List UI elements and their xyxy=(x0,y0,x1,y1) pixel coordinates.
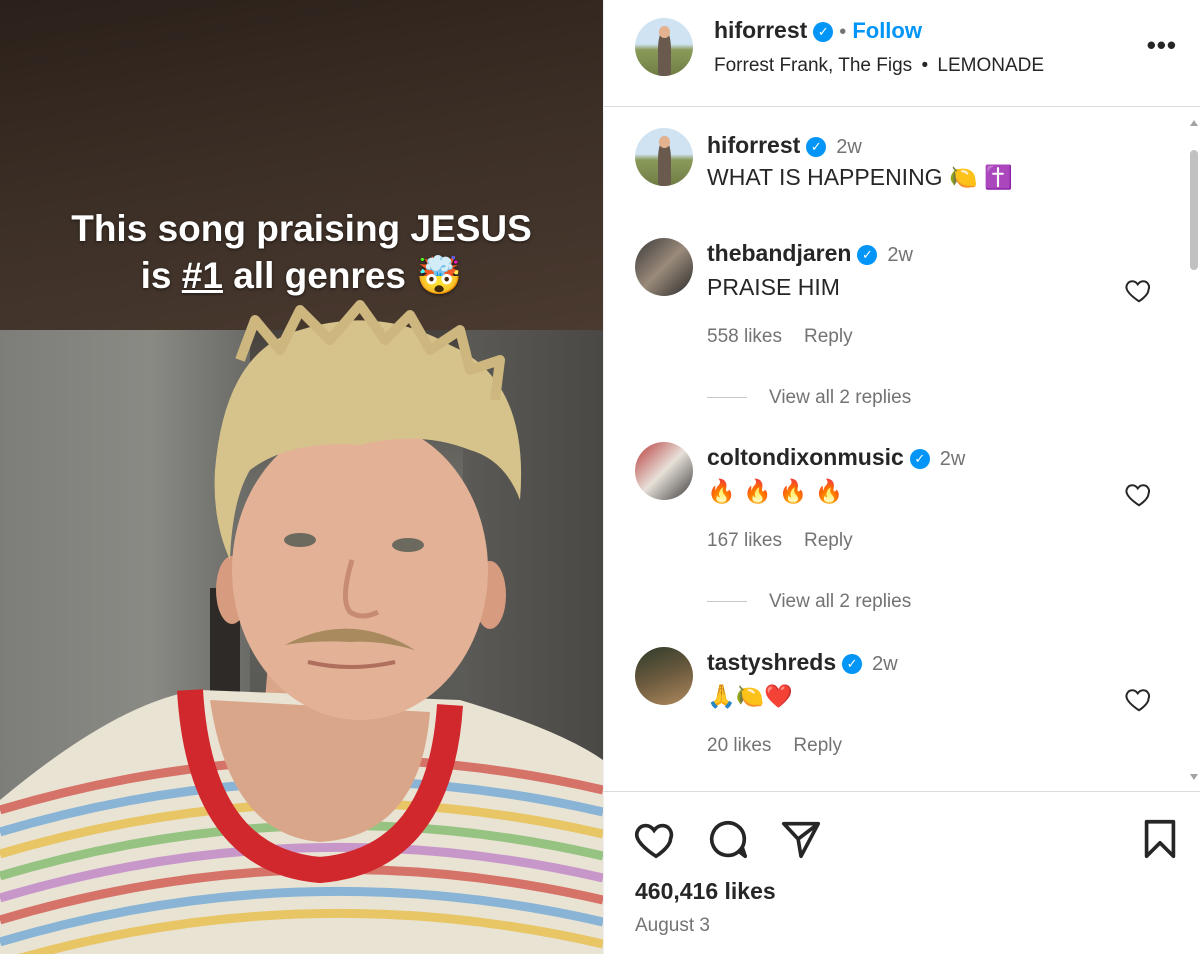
comment-username[interactable]: thebandjaren xyxy=(707,240,851,266)
comment-like-heart-icon[interactable] xyxy=(1124,684,1154,714)
caption-avatar[interactable] xyxy=(635,128,693,186)
caption-number-one: #1 xyxy=(181,255,223,296)
view-replies-button[interactable]: View all 2 replies xyxy=(707,591,911,613)
audio-artists: Forrest Frank, The Figs xyxy=(714,55,913,76)
comment-time[interactable]: 2w xyxy=(940,448,966,470)
caption-line-1: This song praising JESUS xyxy=(71,208,532,249)
replies-divider xyxy=(707,397,747,399)
header-separator: • xyxy=(839,21,847,43)
view-replies-label: View all 2 replies xyxy=(769,591,912,612)
mind-blown-emoji: 🤯 xyxy=(416,254,463,297)
view-replies-label: View all 2 replies xyxy=(769,387,912,408)
comment-likes[interactable]: 558 likes xyxy=(707,326,782,347)
replies-divider xyxy=(707,601,747,603)
comment-text: PRAISE HIM xyxy=(707,274,840,300)
follow-button[interactable]: Follow xyxy=(852,18,922,43)
avatar-head xyxy=(659,26,670,38)
comment-like-heart-icon[interactable] xyxy=(1124,275,1154,305)
avatar-head xyxy=(659,136,670,148)
view-replies-button[interactable]: View all 2 replies xyxy=(707,387,911,409)
comment-header: hiforrest ✓ 2w xyxy=(707,132,862,159)
comment-header: tastyshreds ✓ 2w xyxy=(707,649,898,676)
comment-time[interactable]: 2w xyxy=(836,136,862,158)
comment-likes[interactable]: 167 likes xyxy=(707,530,782,551)
reply-button[interactable]: Reply xyxy=(804,530,853,551)
bookmark-icon[interactable] xyxy=(1137,816,1183,862)
person-figure xyxy=(0,300,603,954)
share-icon[interactable] xyxy=(778,816,824,862)
header-username-row: hiforrest ✓ • Follow xyxy=(714,17,922,44)
comment-username[interactable]: hiforrest xyxy=(707,132,800,158)
caption-line-2-suffix: all genres xyxy=(222,255,406,296)
comment-text: WHAT IS HAPPENING 🍋 ✝️ xyxy=(707,164,1013,190)
scrollbar-thumb[interactable] xyxy=(1190,150,1198,270)
comment-icon[interactable] xyxy=(705,816,751,862)
post-actions-footer: 460,416 likes August 3 xyxy=(604,791,1200,954)
verified-badge-icon: ✓ xyxy=(909,449,930,469)
scroll-down-arrow-icon[interactable] xyxy=(1190,774,1198,780)
comment-time[interactable]: 2w xyxy=(872,653,898,675)
reply-button[interactable]: Reply xyxy=(804,326,853,347)
verified-badge-icon: ✓ xyxy=(813,22,834,42)
comment-header: coltondixonmusic ✓ 2w xyxy=(707,444,965,471)
comment-meta: 167 likes Reply xyxy=(707,530,875,552)
verified-badge-icon: ✓ xyxy=(806,137,827,157)
comment-username[interactable]: tastyshreds xyxy=(707,649,836,675)
verified-badge-icon: ✓ xyxy=(857,245,878,265)
comment-time[interactable]: 2w xyxy=(887,244,913,266)
comment-text: 🔥 🔥 🔥 🔥 xyxy=(707,479,844,505)
commenter-avatar[interactable] xyxy=(635,442,693,500)
post-header: hiforrest ✓ • Follow Forrest Frank, The Fig… xyxy=(604,0,1200,107)
audio-separator: • xyxy=(921,55,929,76)
caption-line-2-prefix: is xyxy=(140,255,182,296)
more-options-icon[interactable]: ••• xyxy=(1147,30,1177,61)
post-date[interactable]: August 3 xyxy=(635,915,710,937)
video-caption-overlay: This song praising JESUS is #1 all genre… xyxy=(0,205,603,299)
author-username[interactable]: hiforrest xyxy=(714,17,807,43)
comments-scrollbar[interactable] xyxy=(1188,120,1200,780)
author-avatar[interactable] xyxy=(635,18,693,76)
audio-song-title: LEMONADE xyxy=(937,55,1045,76)
comment-meta: 20 likes Reply xyxy=(707,735,864,757)
caption-line-2: is #1 all genres 🤯 xyxy=(0,252,603,299)
comment-text: 🙏🍋❤️ xyxy=(707,684,793,710)
post-detail-panel: hiforrest ✓ • Follow Forrest Frank, The Fig… xyxy=(603,0,1200,954)
comment-likes[interactable]: 20 likes xyxy=(707,735,771,756)
audio-attribution[interactable]: Forrest Frank, The Figs • LEMONADE xyxy=(714,55,1044,77)
comments-list[interactable]: hiforrest ✓ 2w WHAT IS HAPPENING 🍋 ✝️ theb… xyxy=(604,108,1200,791)
comment-header: thebandjaren ✓ 2w xyxy=(707,240,913,267)
verified-badge-icon: ✓ xyxy=(842,654,863,674)
commenter-avatar[interactable] xyxy=(635,647,693,705)
comment-like-heart-icon[interactable] xyxy=(1124,479,1154,509)
post-media[interactable]: This song praising JESUS is #1 all genre… xyxy=(0,0,603,954)
heart-icon[interactable] xyxy=(633,816,679,862)
reply-button[interactable]: Reply xyxy=(793,735,842,756)
post-like-count[interactable]: 460,416 likes xyxy=(635,878,776,905)
comment-meta: 558 likes Reply xyxy=(707,326,875,348)
comment-username[interactable]: coltondixonmusic xyxy=(707,444,904,470)
scroll-up-arrow-icon[interactable] xyxy=(1190,120,1198,126)
commenter-avatar[interactable] xyxy=(635,238,693,296)
